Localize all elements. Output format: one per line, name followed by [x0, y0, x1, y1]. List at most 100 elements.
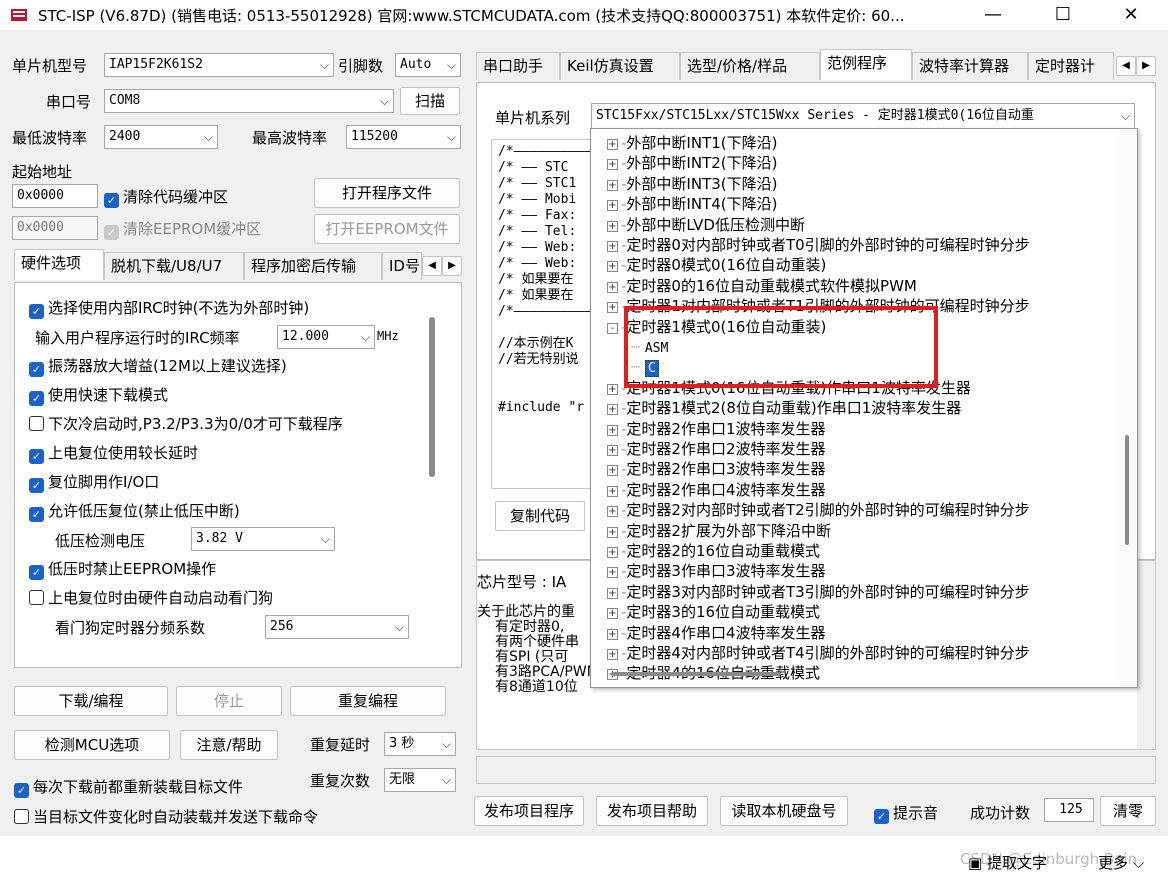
- expand-icon[interactable]: +: [607, 404, 618, 416]
- tree-item[interactable]: + ‐定时器2对内部时钟或者T2引脚的外部时钟的可编程时钟分步: [607, 500, 1030, 520]
- example-tree-dropdown[interactable]: + ‐外部中断INT1(下降沿) + ‐外部中断INT2(下降沿) + ‐外部中断INT3…: [590, 128, 1138, 688]
- tree-item[interactable]: + ‐定时器2作串口2波特率发生器: [607, 439, 826, 459]
- tree-item[interactable]: + ‐定时器2作串口1波特率发生器: [607, 419, 826, 439]
- tab-offline-download[interactable]: 脱机下载/U8/U7: [104, 252, 244, 280]
- tree-item[interactable]: + ‐定时器0模式0(16位自动重装): [607, 255, 826, 275]
- tab-scroll-left-icon[interactable]: ◀: [422, 256, 442, 276]
- tree-item[interactable]: + ‐定时器3的16位自动重载模式: [607, 602, 820, 622]
- watchdog-div-select[interactable]: 256 ⌵: [265, 615, 409, 639]
- tree-hscroll-thumb[interactable]: [611, 672, 781, 676]
- expand-icon[interactable]: +: [607, 526, 618, 538]
- more-button[interactable]: 更多 ⌵: [1098, 852, 1144, 873]
- clear-count-button[interactable]: 清零: [1100, 796, 1156, 826]
- tab-scroll-left-icon[interactable]: ◀: [1116, 56, 1136, 76]
- tree-item[interactable]: + ‐定时器3作串口3波特率发生器: [607, 561, 826, 581]
- scan-button[interactable]: 扫描: [400, 87, 460, 115]
- tree-scrollbar[interactable]: [1119, 129, 1137, 687]
- port-select[interactable]: COM8 ⌵: [104, 89, 394, 113]
- close-button[interactable]: ✕: [1108, 0, 1154, 30]
- series-select[interactable]: STC15Fxx/STC15Lxx/STC15Wxx Series - 定时器1…: [591, 103, 1135, 129]
- tab-scroll-right-icon[interactable]: ▶: [1136, 56, 1156, 76]
- tree-item[interactable]: + ‐定时器2扩展为外部下降沿中断: [607, 521, 831, 541]
- tree-item[interactable]: + ‐定时器4对内部时钟或者T4引脚的外部时钟的可编程时钟分步: [607, 643, 1030, 663]
- tab-scroll-right-icon[interactable]: ▶: [442, 256, 462, 276]
- code-address-input[interactable]: 0x0000: [12, 184, 98, 208]
- expand-icon[interactable]: +: [607, 547, 618, 558]
- open-eeprom-button[interactable]: 打开EEPROM文件: [314, 214, 460, 244]
- expand-icon[interactable]: +: [607, 587, 618, 599]
- pin-count-select[interactable]: Auto ⌵: [395, 53, 461, 77]
- sound-checkbox[interactable]: ✓ 提示音: [874, 802, 938, 824]
- tree-item[interactable]: + ‐定时器0的16位自动重载模式软件模拟PWM: [607, 276, 917, 296]
- maximize-button[interactable]: ☐: [1040, 0, 1086, 30]
- repeat-program-button[interactable]: 重复编程: [290, 686, 446, 716]
- extract-text-button[interactable]: ▣ 提取文字: [968, 852, 1047, 873]
- publish-program-button[interactable]: 发布项目程序: [474, 796, 584, 826]
- tree-item[interactable]: + ‐定时器2作串口3波特率发生器: [607, 459, 826, 479]
- clear-code-checkbox[interactable]: ✓ 清除代码缓冲区: [104, 186, 228, 208]
- option-internal-irc[interactable]: ✓ 选择使用内部IRC时钟(不选为外部时钟): [29, 297, 309, 319]
- tab-encrypted-transfer[interactable]: 程序加密后传输: [244, 252, 382, 280]
- expand-icon[interactable]: +: [607, 485, 618, 497]
- repeat-delay-select[interactable]: 3 秒 ⌵: [384, 732, 456, 756]
- expand-icon[interactable]: +: [607, 424, 618, 436]
- irc-freq-select[interactable]: 12.000 ⌵: [277, 325, 375, 349]
- expand-icon[interactable]: +: [607, 220, 618, 232]
- stop-button[interactable]: 停止: [176, 686, 282, 716]
- tree-item[interactable]: + ‐外部中断INT4(下降沿): [607, 194, 777, 214]
- option-eeprom-lock[interactable]: ✓ 低压时禁止EEPROM操作: [29, 558, 216, 580]
- tree-item[interactable]: + ‐外部中断INT3(下降沿): [607, 174, 777, 194]
- option-fast-download[interactable]: ✓ 使用快速下载模式: [29, 384, 168, 406]
- expand-icon[interactable]: +: [607, 200, 618, 212]
- repeat-count-select[interactable]: 无限 ⌵: [384, 768, 456, 792]
- tree-item[interactable]: + ‐定时器4作串口4波特率发生器: [607, 623, 826, 643]
- max-baud-select[interactable]: 115200 ⌵: [346, 125, 461, 149]
- expand-icon[interactable]: +: [607, 506, 618, 518]
- expand-icon[interactable]: +: [607, 567, 618, 579]
- tree-item[interactable]: + ‐外部中断INT1(下降沿): [607, 133, 777, 153]
- copy-code-button[interactable]: 复制代码: [495, 501, 585, 531]
- read-disk-id-button[interactable]: 读取本机硬盘号: [720, 796, 848, 826]
- expand-icon[interactable]: +: [607, 159, 618, 171]
- collapse-icon[interactable]: -: [607, 322, 618, 334]
- clear-eeprom-checkbox[interactable]: ✓ 清除EEPROM缓冲区: [104, 218, 261, 240]
- tab-keil-settings[interactable]: Keil仿真设置: [560, 52, 680, 80]
- tree-scrollbar-thumb[interactable]: [1125, 435, 1129, 545]
- tree-item[interactable]: + ‐外部中断INT2(下降沿): [607, 153, 777, 173]
- option-reload-target[interactable]: ✓ 每次下载前都重新装载目标文件: [14, 776, 243, 798]
- option-osc-gain[interactable]: ✓ 振荡器放大增益(12M以上建议选择): [29, 355, 287, 377]
- expand-icon[interactable]: +: [607, 628, 618, 640]
- tree-item[interactable]: + ‐定时器0对内部时钟或者T0引脚的外部时钟的可编程时钟分步: [607, 235, 1030, 255]
- expand-icon[interactable]: +: [607, 281, 618, 293]
- option-reset-io[interactable]: ✓ 复位脚用作I/O口: [29, 471, 159, 493]
- expand-icon[interactable]: +: [607, 261, 618, 273]
- expand-icon[interactable]: +: [607, 241, 618, 252]
- mcu-model-select[interactable]: IAP15F2K61S2 ⌵: [104, 53, 334, 77]
- expand-icon[interactable]: +: [607, 465, 618, 477]
- minimize-button[interactable]: —: [970, 0, 1016, 30]
- tab-baud-calculator[interactable]: 波特率计算器: [912, 52, 1028, 80]
- tree-item[interactable]: + ‐定时器1模式2(8位自动重载)作串口1波特率发生器: [607, 398, 961, 418]
- low-voltage-select[interactable]: 3.82 V ⌵: [191, 527, 335, 551]
- eeprom-address-input[interactable]: 0x0000: [12, 216, 98, 240]
- open-program-button[interactable]: 打开程序文件: [314, 178, 460, 208]
- expand-icon[interactable]: +: [607, 302, 618, 314]
- help-button[interactable]: 注意/帮助: [180, 730, 278, 760]
- option-long-delay[interactable]: ✓ 上电复位使用较长延时: [29, 442, 198, 464]
- tab-timer-calculator[interactable]: 定时器计: [1028, 52, 1114, 80]
- option-p32-p33[interactable]: 下次冷启动时,P3.2/P3.3为0/0才可下载程序: [29, 413, 343, 434]
- option-low-voltage-reset[interactable]: ✓ 允许低压复位(禁止低压中断): [29, 500, 240, 522]
- tab-selection-price[interactable]: 选型/价格/样品: [680, 52, 820, 80]
- expand-icon[interactable]: +: [607, 649, 618, 660]
- expand-icon[interactable]: +: [607, 445, 618, 456]
- tree-item[interactable]: + ‐外部中断LVD低压检测中断: [607, 215, 805, 235]
- tab-hardware-options[interactable]: 硬件选项: [14, 249, 104, 280]
- tree-item[interactable]: + ‐定时器3对内部时钟或者T3引脚的外部时钟的可编程时钟分步: [607, 582, 1030, 602]
- option-watchdog[interactable]: 上电复位时由硬件自动启动看门狗: [29, 587, 273, 608]
- download-program-button[interactable]: 下载/编程: [14, 686, 168, 716]
- check-mcu-button[interactable]: 检测MCU选项: [14, 730, 170, 760]
- tab-example-programs[interactable]: 范例程序: [820, 49, 912, 80]
- expand-icon[interactable]: +: [607, 179, 618, 191]
- info-scrollbar[interactable]: [1137, 561, 1155, 749]
- tab-serial-assistant[interactable]: 串口助手: [476, 52, 560, 80]
